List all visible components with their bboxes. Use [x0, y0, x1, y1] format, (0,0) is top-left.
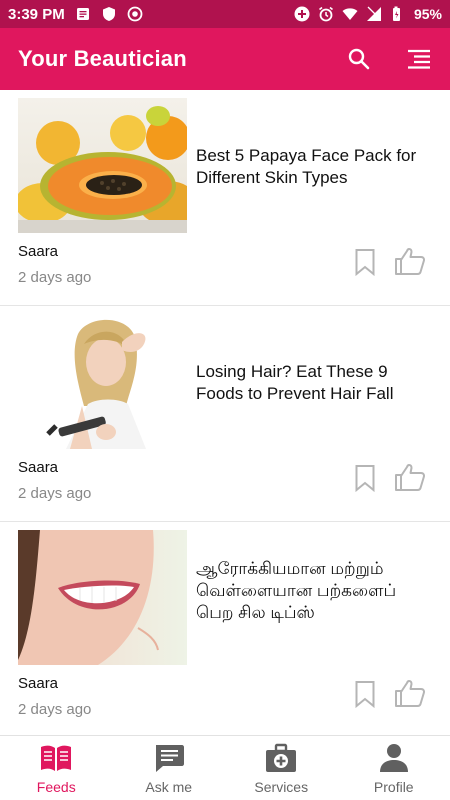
notes-icon: [75, 6, 91, 22]
shield-icon: [101, 6, 117, 22]
search-icon[interactable]: [346, 46, 372, 72]
record-icon: [127, 6, 143, 22]
feed-time: 2 days ago: [18, 701, 92, 718]
chat-icon: [153, 743, 185, 773]
thumbs-up-icon[interactable]: [394, 462, 426, 492]
bookmark-icon[interactable]: [354, 248, 376, 276]
status-time: 3:39 PM: [8, 5, 65, 23]
wifi-icon: [342, 6, 358, 22]
menu-icon[interactable]: [406, 46, 432, 72]
nav-services[interactable]: Services: [225, 736, 338, 800]
nav-label: Ask me: [145, 779, 193, 795]
feed-card[interactable]: Best 5 Papaya Face Pack for Different Sk…: [0, 90, 450, 306]
nav-label: Services: [254, 779, 309, 795]
battery-icon: [390, 6, 406, 22]
hair-loss-image[interactable]: [18, 314, 187, 449]
person-icon: [378, 743, 410, 773]
feed-time: 2 days ago: [18, 485, 92, 502]
bookmark-icon[interactable]: [354, 680, 376, 708]
feed-author: Saara: [18, 243, 59, 260]
feed-time: 2 days ago: [18, 269, 92, 286]
nav-ask-me[interactable]: Ask me: [113, 736, 226, 800]
app-title: Your Beautician: [18, 46, 187, 71]
add-circle-icon: [294, 6, 310, 22]
battery-level: 95%: [413, 6, 442, 22]
feed-title[interactable]: Losing Hair? Eat These 9 Foods to Preven…: [196, 361, 436, 405]
nav-label: Profile: [373, 779, 414, 795]
feed-title[interactable]: Best 5 Papaya Face Pack for Different Sk…: [196, 145, 436, 189]
book-icon: [40, 743, 72, 773]
nav-profile[interactable]: Profile: [338, 736, 450, 800]
signal-icon: [366, 6, 382, 22]
feed-title[interactable]: ஆரோக்கியமான மற்றும் வெள்ளையான பற்களைப் ப…: [196, 558, 436, 624]
feed-card[interactable]: ஆரோக்கியமான மற்றும் வெள்ளையான பற்களைப் ப…: [0, 522, 450, 735]
thumbs-up-icon[interactable]: [394, 678, 426, 708]
nav-feeds[interactable]: Feeds: [0, 736, 113, 800]
feed-author: Saara: [18, 675, 59, 692]
alarm-icon: [318, 6, 334, 22]
app-bar: Your Beautician: [0, 28, 450, 90]
thumbs-up-icon[interactable]: [394, 246, 426, 276]
feed-list: Best 5 Papaya Face Pack for Different Sk…: [0, 90, 450, 735]
feed-card[interactable]: Losing Hair? Eat These 9 Foods to Preven…: [0, 306, 450, 522]
bookmark-icon[interactable]: [354, 464, 376, 492]
status-bar: 3:39 PM 95%: [0, 0, 450, 28]
bottom-navigation: Feeds Ask me Services Profile: [0, 735, 450, 800]
smile-teeth-image[interactable]: [18, 530, 187, 665]
medical-kit-icon: [265, 743, 297, 773]
feed-author: Saara: [18, 459, 59, 476]
papaya-image[interactable]: [18, 98, 187, 233]
nav-label: Feeds: [36, 779, 76, 795]
